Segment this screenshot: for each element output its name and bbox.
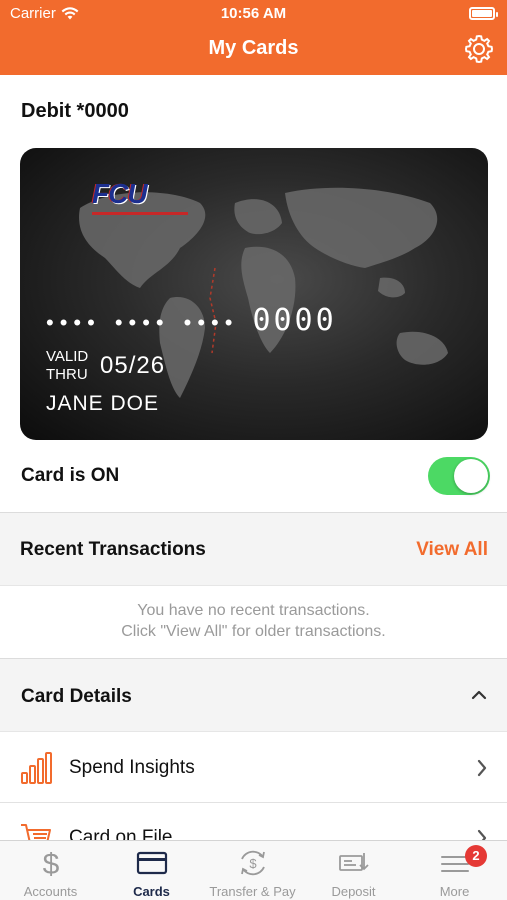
tab-label: Transfer & Pay xyxy=(209,884,296,899)
tab-label: More xyxy=(439,884,470,899)
card-holder-name: JANE DOE xyxy=(46,392,160,415)
tab-accounts[interactable]: $ Accounts xyxy=(0,841,101,900)
tab-bar: $ Accounts Cards $ Transfer & Pay Deposi… xyxy=(0,840,507,900)
status-time: 10:56 AM xyxy=(220,5,287,22)
card-details-header[interactable]: Card Details xyxy=(0,658,507,732)
gear-icon[interactable] xyxy=(463,33,495,65)
tab-label: Cards xyxy=(133,884,170,899)
toggle-knob xyxy=(454,459,488,493)
chevron-right-icon xyxy=(477,759,487,777)
tab-more[interactable]: More xyxy=(404,841,505,900)
credit-union-logo: FCU xyxy=(92,178,148,209)
recent-transactions-header: Recent Transactions View All xyxy=(0,512,507,586)
no-transactions-message: You have no recent transactions. Click "… xyxy=(0,600,507,642)
tab-label: Accounts xyxy=(23,884,78,899)
battery-icon xyxy=(469,7,498,20)
check-deposit-icon xyxy=(339,853,369,871)
dollar-icon: $ xyxy=(43,848,60,879)
chevron-up-icon xyxy=(471,690,487,700)
page-title: My Cards xyxy=(208,37,299,59)
thru-label: THRU xyxy=(46,366,88,383)
top-bar: Carrier 10:56 AM My Cards xyxy=(0,0,507,75)
tab-deposit[interactable]: Deposit xyxy=(303,841,404,900)
notification-badge: 2 xyxy=(465,845,487,867)
credit-card-icon xyxy=(136,851,168,875)
card-status-label: Card is ON xyxy=(21,465,120,486)
card-last4: 0000 xyxy=(252,303,337,338)
no-transactions-line-2: Click "View All" for older transactions. xyxy=(121,623,386,640)
svg-text:$: $ xyxy=(43,848,60,879)
bar-chart-icon xyxy=(21,752,52,784)
valid-label: VALID xyxy=(46,348,89,365)
transfer-icon: $ xyxy=(241,850,265,876)
logo-underline xyxy=(92,212,188,215)
masked-group-3: •••• xyxy=(183,310,239,335)
valid-thru-label: VALID THRU xyxy=(46,348,88,384)
tab-transfer-pay[interactable]: $ Transfer & Pay xyxy=(202,841,303,900)
spend-insights-label: Spend Insights xyxy=(69,757,195,778)
card-number: •••• •••• •••• 0000 xyxy=(46,303,337,338)
card-expiry: 05/26 xyxy=(100,352,166,379)
svg-text:$: $ xyxy=(249,856,257,871)
debit-card-image[interactable]: FCU •••• •••• •••• 0000 VALID THRU 05/26… xyxy=(20,148,488,440)
no-transactions-line-1: You have no recent transactions. xyxy=(137,602,370,619)
card-details-title: Card Details xyxy=(21,686,132,707)
recent-transactions-title: Recent Transactions xyxy=(20,539,206,560)
view-all-link[interactable]: View All xyxy=(416,539,488,561)
tab-label: Deposit xyxy=(331,884,376,899)
status-bar: Carrier 10:56 AM xyxy=(0,0,507,28)
masked-group-2: •••• xyxy=(114,310,170,335)
spend-insights-row[interactable]: Spend Insights xyxy=(0,733,507,803)
card-status-toggle[interactable] xyxy=(428,457,490,495)
tab-cards[interactable]: Cards xyxy=(101,841,202,900)
card-title: Debit *0000 xyxy=(21,100,129,122)
masked-group-1: •••• xyxy=(46,310,101,335)
